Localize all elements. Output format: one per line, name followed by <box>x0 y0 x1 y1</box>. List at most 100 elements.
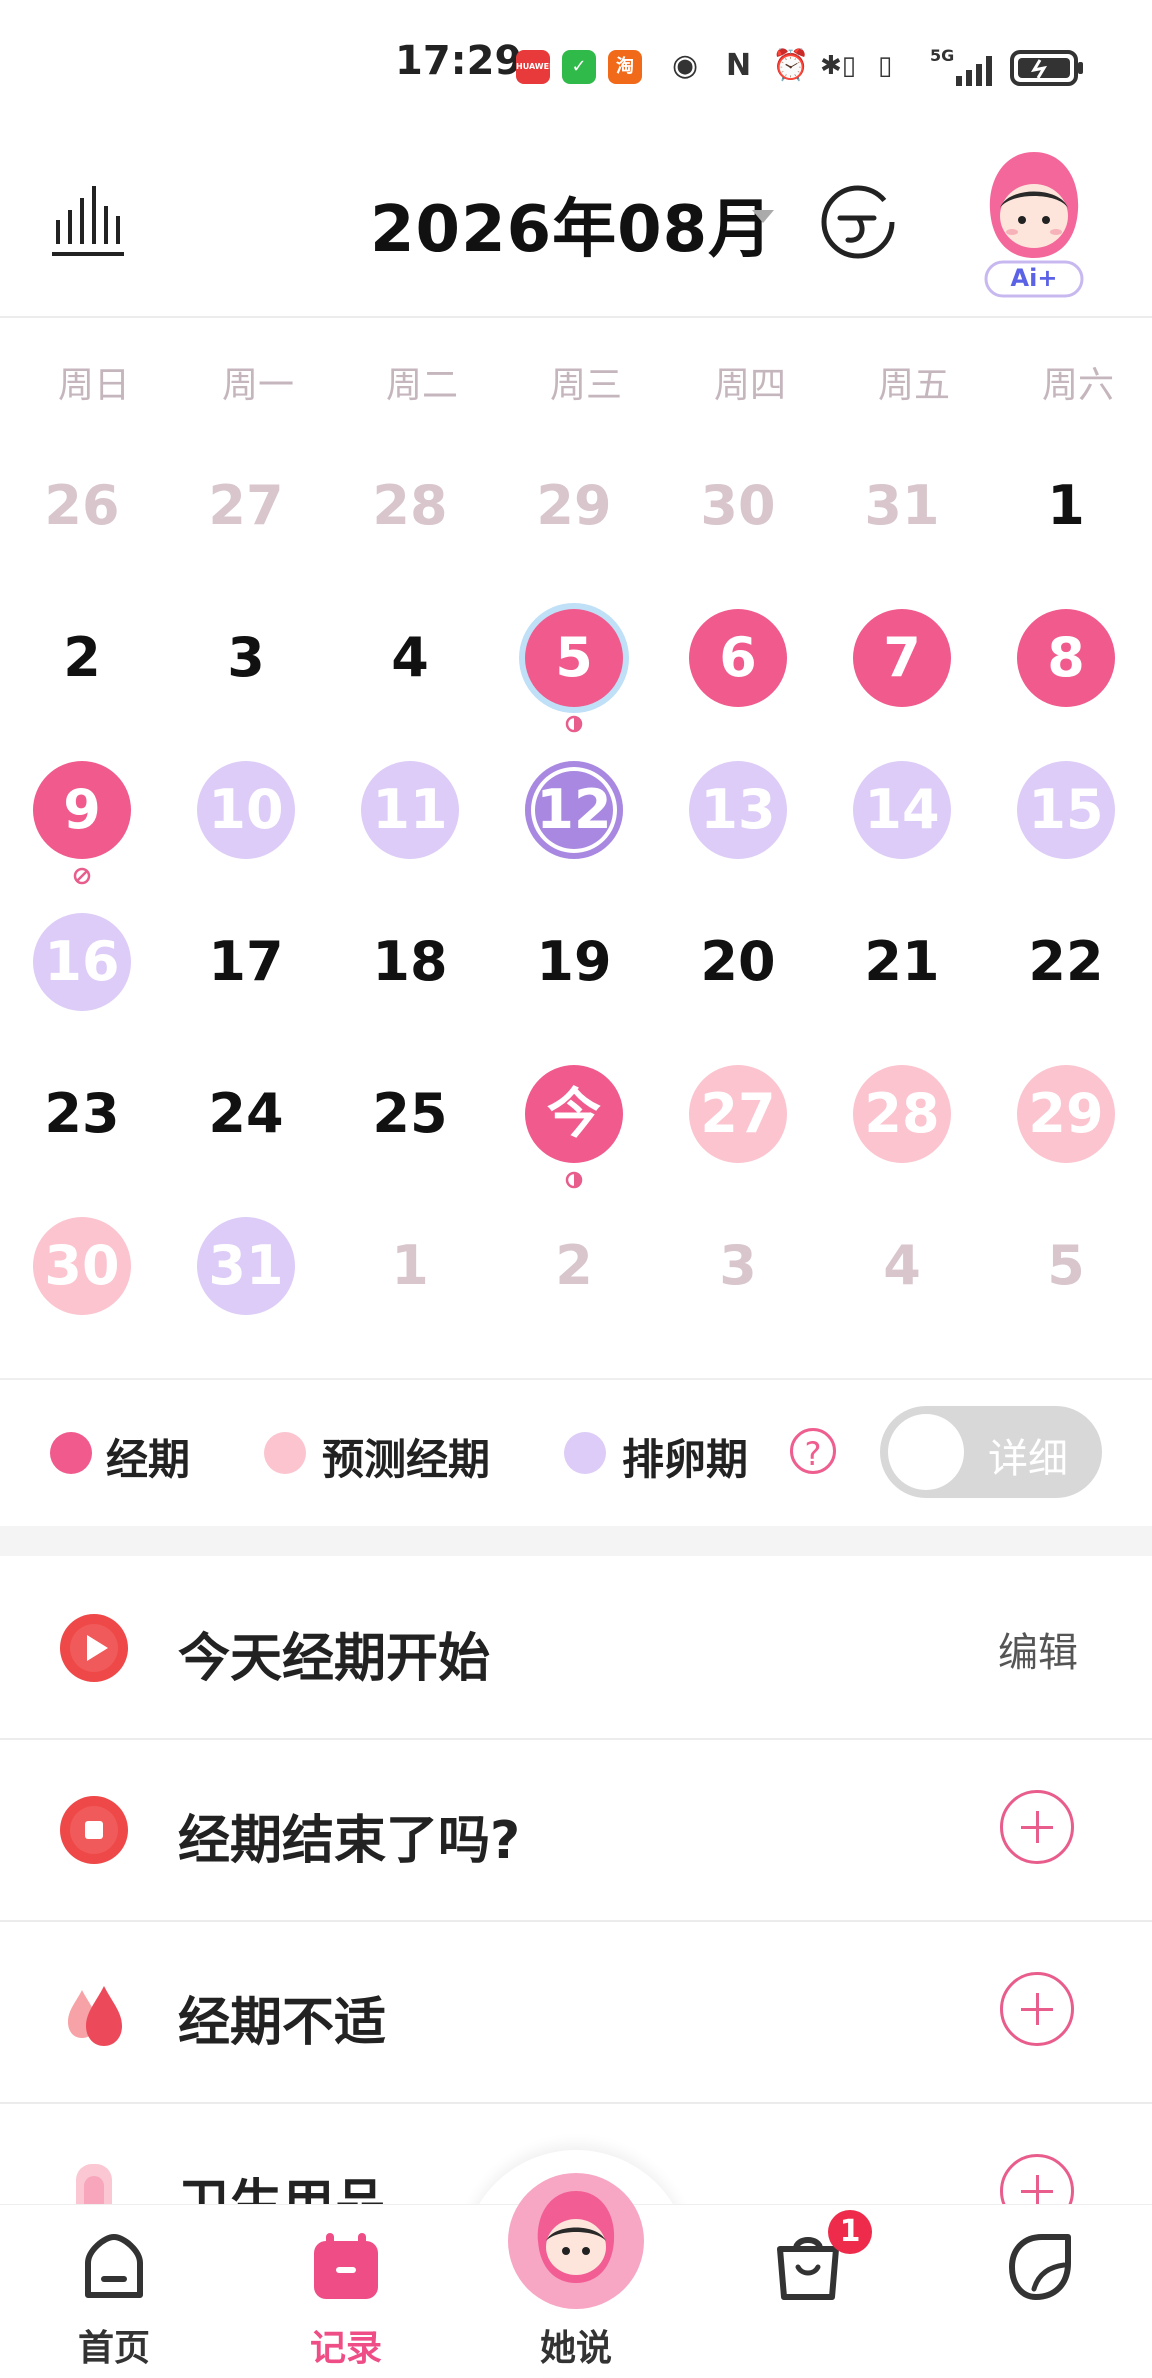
calendar-day[interactable]: 30 <box>0 1190 164 1342</box>
nav-records[interactable]: 记录 <box>266 2205 426 2377</box>
calendar-day[interactable]: 24 <box>164 1038 328 1190</box>
month-title[interactable]: 2026年08月 <box>370 178 773 270</box>
weekday-label: 周五 <box>877 365 950 406</box>
detail-toggle[interactable]: 详细 <box>880 1406 1102 1498</box>
calendar-day[interactable]: 19 <box>492 886 656 1038</box>
calendar-day[interactable]: 16 <box>0 886 164 1038</box>
cycle-sync-icon[interactable] <box>818 182 898 262</box>
network-label: 5G <box>930 46 955 65</box>
calendar-day[interactable]: 31 <box>820 430 984 582</box>
calendar-day[interactable]: 2 <box>492 1190 656 1342</box>
nav-home[interactable]: 首页 <box>34 2205 194 2377</box>
ai-assistant-avatar[interactable]: Ai+ <box>978 146 1090 306</box>
edit-button[interactable]: 编辑 <box>998 1620 1078 1678</box>
sticker-icon <box>1009 2234 1071 2300</box>
calendar-day[interactable]: 10 <box>164 734 328 886</box>
taobao-app-icon: 淘 <box>608 50 642 84</box>
day-number: 27 <box>208 474 284 537</box>
calendar-day[interactable]: 14 <box>820 734 984 886</box>
weekday-label: 周一 <box>221 365 294 406</box>
record-row-discomfort[interactable]: 经期不适 <box>0 1922 1152 2104</box>
calendar-day[interactable]: 28 <box>328 430 492 582</box>
calendar-day[interactable]: 4 <box>820 1190 984 1342</box>
calendar-day[interactable]: 17 <box>164 886 328 1038</box>
calendar-day[interactable]: 12 <box>492 734 656 886</box>
day-number: 14 <box>864 778 940 841</box>
period-phase-icon <box>565 715 583 733</box>
nav-she-says[interactable]: 她说 <box>496 2173 656 2377</box>
day-number: 31 <box>864 474 940 537</box>
month-dropdown-icon[interactable] <box>752 210 774 223</box>
day-number: 6 <box>719 626 757 689</box>
record-row-period-end[interactable]: 经期结束了吗? <box>0 1740 1152 1922</box>
calendar-day[interactable]: 22 <box>984 886 1148 1038</box>
eye-icon: ◉ <box>672 48 699 83</box>
calendar-day[interactable]: 20 <box>656 886 820 1038</box>
day-number: 30 <box>44 1234 120 1297</box>
chart-stats-icon[interactable] <box>50 180 126 260</box>
legend-period-label: 经期 <box>106 1435 191 1484</box>
calendar-day[interactable]: 29 <box>492 430 656 582</box>
day-number: 4 <box>391 626 429 689</box>
day-number: 22 <box>1028 930 1104 993</box>
calendar-day[interactable]: 18 <box>328 886 492 1038</box>
calendar-day[interactable]: 4 <box>328 582 492 734</box>
calendar-day[interactable]: 29 <box>984 1038 1148 1190</box>
calendar-day[interactable]: 15 <box>984 734 1148 886</box>
add-button[interactable] <box>1000 1972 1074 2046</box>
day-number: 27 <box>700 1082 776 1145</box>
day-number: 今 <box>547 1082 601 1145</box>
day-number: 19 <box>536 930 612 993</box>
calendar-day[interactable]: 9 <box>0 734 164 886</box>
nav-label: 她说 <box>539 2328 612 2369</box>
calendar-day[interactable]: 5 <box>492 582 656 734</box>
wechat-app-icon: ✓ <box>562 50 596 84</box>
calendar-day[interactable]: 8 <box>984 582 1148 734</box>
help-icon[interactable]: ? <box>790 1428 836 1474</box>
calendar-day[interactable]: 1 <box>984 430 1148 582</box>
calendar-day[interactable]: 今 <box>492 1038 656 1190</box>
weekday-label: 周六 <box>1041 365 1114 406</box>
calendar-day[interactable]: 27 <box>164 430 328 582</box>
calendar-day[interactable]: 30 <box>656 430 820 582</box>
calendar-day[interactable]: 31 <box>164 1190 328 1342</box>
record-row-period-start[interactable]: 今天经期开始 编辑 <box>0 1558 1152 1740</box>
calendar-day[interactable]: 27 <box>656 1038 820 1190</box>
calendar-day[interactable]: 3 <box>656 1190 820 1342</box>
nav-label: 首页 <box>77 2328 150 2369</box>
drops-icon <box>68 1986 122 2046</box>
record-label: 今天经期开始 <box>178 1629 491 1689</box>
calendar-day[interactable]: 23 <box>0 1038 164 1190</box>
day-number: 30 <box>700 474 776 537</box>
section-gap <box>0 1526 1152 1556</box>
day-number: 13 <box>700 778 776 841</box>
day-number: 31 <box>208 1234 284 1297</box>
day-number: 20 <box>700 930 776 993</box>
nav-sticker[interactable] <box>958 2205 1118 2377</box>
day-number: 1 <box>1047 474 1085 537</box>
no-sex-icon <box>73 867 91 885</box>
day-number: 2 <box>63 626 101 689</box>
calendar-day[interactable]: 3 <box>164 582 328 734</box>
day-number: 5 <box>1047 1234 1085 1297</box>
day-number: 12 <box>536 778 612 841</box>
calendar-day[interactable]: 28 <box>820 1038 984 1190</box>
calendar-day[interactable]: 5 <box>984 1190 1148 1342</box>
calendar-day[interactable]: 21 <box>820 886 984 1038</box>
vibrate-icon: ▯ <box>878 51 893 81</box>
legend-period-dot <box>50 1432 92 1474</box>
calendar-day[interactable]: 1 <box>328 1190 492 1342</box>
divider <box>0 1378 1152 1380</box>
calendar-day[interactable]: 2 <box>0 582 164 734</box>
legend-ovulation-label: 排卵期 <box>622 1435 749 1484</box>
calendar-day[interactable]: 11 <box>328 734 492 886</box>
day-number: 4 <box>883 1234 921 1297</box>
calendar-day[interactable]: 7 <box>820 582 984 734</box>
weekday-label: 周三 <box>549 365 622 406</box>
calendar-day[interactable]: 26 <box>0 430 164 582</box>
day-number: 29 <box>536 474 612 537</box>
calendar-day[interactable]: 13 <box>656 734 820 886</box>
add-button[interactable] <box>1000 1790 1074 1864</box>
calendar-day[interactable]: 6 <box>656 582 820 734</box>
calendar-day[interactable]: 25 <box>328 1038 492 1190</box>
